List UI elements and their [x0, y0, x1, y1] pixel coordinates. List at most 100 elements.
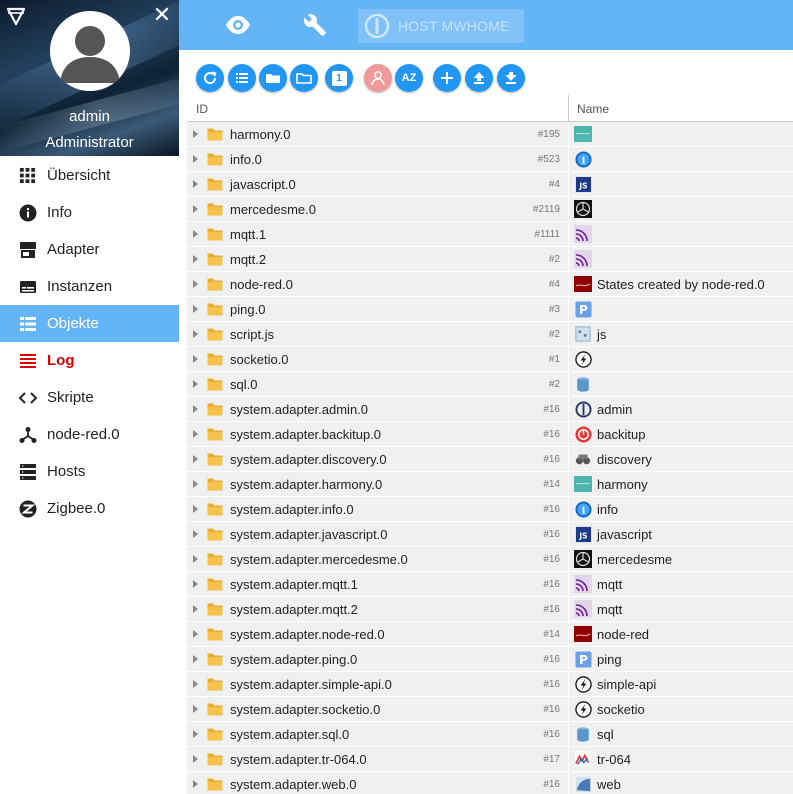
mqtt-icon [574, 250, 592, 268]
sidebar-item-info[interactable]: Info [0, 194, 179, 231]
table-row[interactable]: mqtt.2 #2 [187, 247, 793, 272]
expand-toggle-icon[interactable] [193, 130, 198, 138]
download-button[interactable] [497, 64, 525, 92]
object-id: system.adapter.simple-api.0 [230, 677, 392, 692]
expand-toggle-icon[interactable] [193, 180, 198, 188]
column-header-id[interactable]: ID [196, 102, 208, 116]
table-row[interactable]: sql.0 #2 [187, 372, 793, 397]
table-row[interactable]: system.adapter.socketio.0 #16 socketio [187, 697, 793, 722]
table-row[interactable]: system.adapter.javascript.0 #16 JS javascri… [187, 522, 793, 547]
table-header: ID Name [187, 95, 793, 122]
table-row[interactable]: script.js #2 js [187, 322, 793, 347]
sidebar-item-log[interactable]: Log [0, 342, 179, 379]
sort-button[interactable]: AZ [395, 64, 423, 92]
table-row[interactable]: system.adapter.simple-api.0 #16 simple-api [187, 672, 793, 697]
table-row[interactable]: system.adapter.sql.0 #16 sql [187, 722, 793, 747]
expand-toggle-icon[interactable] [193, 355, 198, 363]
expand-toggle-icon[interactable] [193, 430, 198, 438]
expand-toggle-icon[interactable] [193, 705, 198, 713]
expand-toggle-icon[interactable] [193, 155, 198, 163]
app-logo-icon[interactable] [6, 6, 26, 26]
expert-mode-button[interactable] [364, 64, 392, 92]
object-id: system.adapter.mercedesme.0 [230, 552, 408, 567]
table-row[interactable]: system.adapter.backitup.0 #16 backitup [187, 422, 793, 447]
expand-toggle-icon[interactable] [193, 280, 198, 288]
table-row[interactable]: system.adapter.tr-064.0 #17 tr-064 [187, 747, 793, 772]
sidebar-item-übersicht[interactable]: Übersicht [0, 157, 179, 194]
expand-toggle-icon[interactable] [193, 205, 198, 213]
expand-toggle-icon[interactable] [193, 655, 198, 663]
table-row[interactable]: system.adapter.harmony.0 #14 harmony [187, 472, 793, 497]
sidebar-item-objekte[interactable]: Objekte [0, 305, 179, 342]
expand-toggle-icon[interactable] [193, 680, 198, 688]
object-name: js [597, 327, 607, 342]
table-row[interactable]: mqtt.1 #1111 [187, 222, 793, 247]
sidebar-item-adapter[interactable]: Adapter [0, 231, 179, 268]
table-row[interactable]: javascript.0 #4 JS [187, 172, 793, 197]
table-row[interactable]: ping.0 #3 P [187, 297, 793, 322]
expand-toggle-icon[interactable] [193, 330, 198, 338]
upload-button[interactable] [465, 64, 493, 92]
table-row[interactable]: system.adapter.info.0 #16 i info [187, 497, 793, 522]
sidebar-item-hosts[interactable]: Hosts [0, 453, 179, 490]
expand-toggle-icon[interactable] [193, 780, 198, 788]
sidebar-item-instanzen[interactable]: Instanzen [0, 268, 179, 305]
expand-toggle-icon[interactable] [193, 380, 198, 388]
sidebar-item-label: Skripte [47, 389, 94, 406]
object-id: script.js [230, 327, 275, 342]
table-row[interactable]: system.adapter.web.0 #16 web [187, 772, 793, 794]
table-row[interactable]: system.adapter.node-red.0 #14 node-red [187, 622, 793, 647]
close-sidebar-button[interactable]: ✕ [151, 4, 173, 26]
table-row[interactable]: harmony.0 #195 [187, 122, 793, 147]
table-row[interactable]: info.0 #523 i [187, 147, 793, 172]
expand-toggle-icon[interactable] [193, 305, 198, 313]
expand-all-button[interactable] [259, 64, 287, 92]
table-row[interactable]: system.adapter.mqtt.2 #16 mqtt [187, 597, 793, 622]
level-counter-button[interactable]: 1 [325, 64, 353, 92]
column-resize-handle[interactable] [568, 95, 569, 122]
table-row[interactable]: system.adapter.mqtt.1 #16 mqtt [187, 572, 793, 597]
table-row[interactable]: mercedesme.0 #2119 [187, 197, 793, 222]
expand-toggle-icon[interactable] [193, 630, 198, 638]
collapse-all-button[interactable] [290, 64, 318, 92]
sidebar-item-zigbee-0[interactable]: Zigbee.0 [0, 490, 179, 527]
table-row[interactable]: socketio.0 #1 [187, 347, 793, 372]
child-count: #16 [543, 529, 560, 540]
table-row[interactable]: system.adapter.ping.0 #16 Pping [187, 647, 793, 672]
harmony-icon [574, 475, 592, 493]
list-view-button[interactable] [228, 64, 256, 92]
object-name: mqtt [597, 602, 623, 617]
view-toggle-button[interactable] [223, 10, 253, 40]
object-id: mercedesme.0 [230, 202, 316, 217]
expand-toggle-icon[interactable] [193, 580, 198, 588]
table-row[interactable]: system.adapter.discovery.0 #16 discovery [187, 447, 793, 472]
host-selector-button[interactable]: HOST MWHOME [358, 9, 524, 43]
sidebar-item-node-red-0[interactable]: node-red.0 [0, 416, 179, 453]
objects-table: ID Name harmony.0 #195 info.0 #523 i javascri… [187, 95, 793, 794]
expand-toggle-icon[interactable] [193, 255, 198, 263]
mercedes-icon [574, 200, 592, 218]
sidebar-nav: Übersicht Info Adapter Instanzen Objekte Log S… [0, 157, 179, 527]
expand-toggle-icon[interactable] [193, 230, 198, 238]
expand-toggle-icon[interactable] [193, 730, 198, 738]
sidebar-item-skripte[interactable]: Skripte [0, 379, 179, 416]
column-header-name[interactable]: Name [577, 102, 609, 116]
expand-toggle-icon[interactable] [193, 480, 198, 488]
table-row[interactable]: node-red.0 #4 States created by node-red.0 [187, 272, 793, 297]
settings-button[interactable] [300, 10, 330, 40]
expand-toggle-icon[interactable] [193, 605, 198, 613]
svg-text:P: P [579, 303, 588, 317]
info-icon: i [574, 500, 592, 518]
folder-icon [207, 202, 223, 216]
expand-toggle-icon[interactable] [193, 530, 198, 538]
expand-toggle-icon[interactable] [193, 755, 198, 763]
upload-icon [473, 72, 485, 84]
refresh-button[interactable] [196, 64, 224, 92]
table-row[interactable]: system.adapter.admin.0 #16 admin [187, 397, 793, 422]
expand-toggle-icon[interactable] [193, 505, 198, 513]
table-row[interactable]: system.adapter.mercedesme.0 #16 mercedesme [187, 547, 793, 572]
expand-toggle-icon[interactable] [193, 555, 198, 563]
expand-toggle-icon[interactable] [193, 455, 198, 463]
expand-toggle-icon[interactable] [193, 405, 198, 413]
add-object-button[interactable] [433, 64, 461, 92]
